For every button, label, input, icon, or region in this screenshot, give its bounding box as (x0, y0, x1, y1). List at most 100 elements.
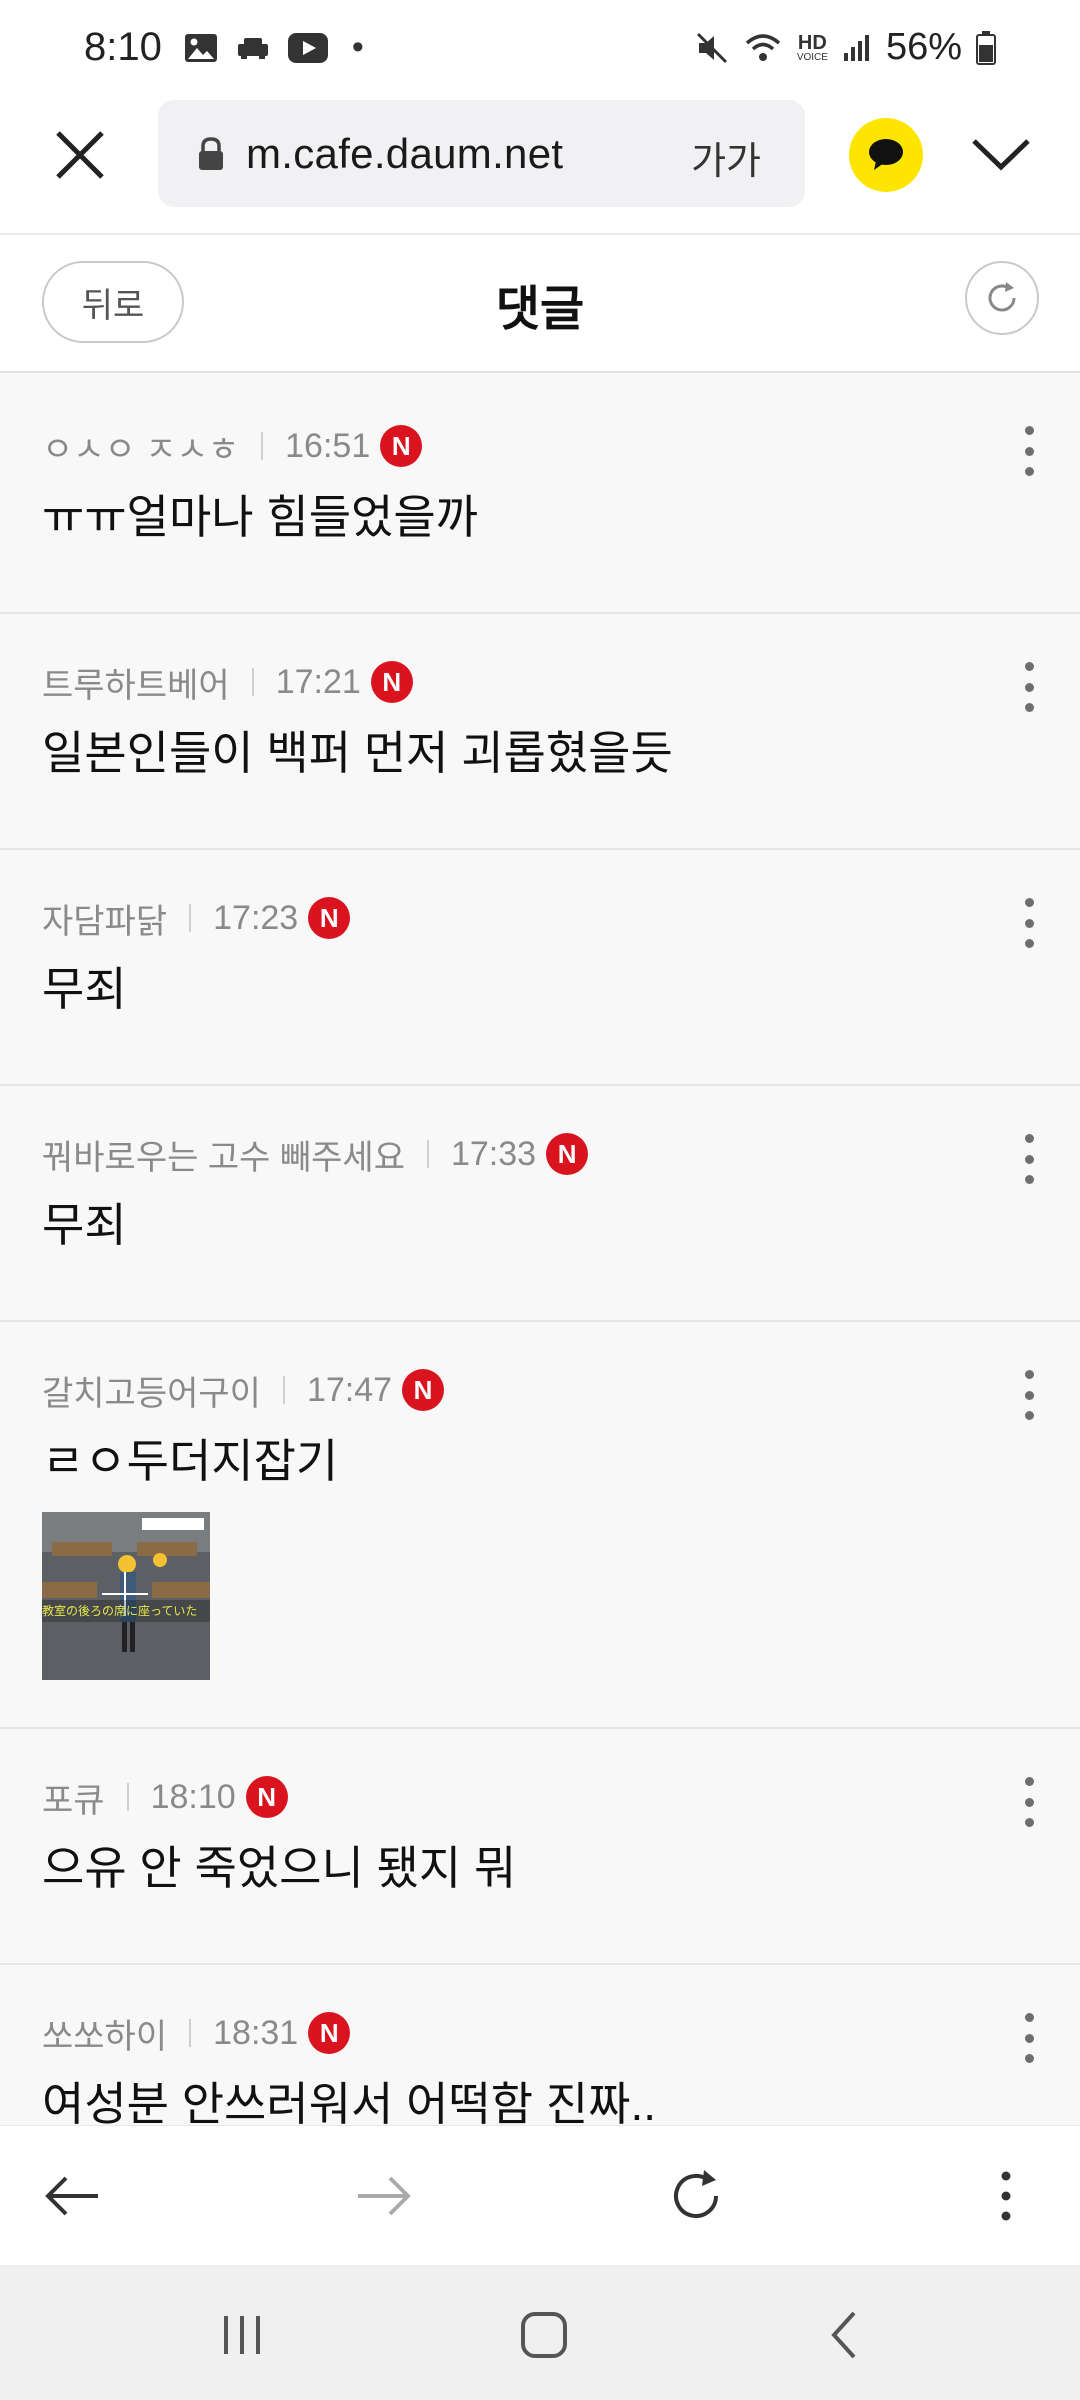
more-dot-icon (1024, 898, 1034, 907)
refresh-comments-button[interactable] (965, 261, 1039, 335)
status-dot: • (351, 28, 364, 66)
comment-more-button[interactable] (1014, 2013, 1044, 2063)
wifi-icon (743, 31, 783, 65)
comment-text: 일본인들이 백퍼 먼저 괴롭혔을듯 (42, 727, 673, 779)
comment-more-button[interactable] (1014, 426, 1044, 476)
recent-apps-button[interactable] (212, 2305, 272, 2365)
comment-item: 쏘쏘하이 18:31 N 여성분 안쓰러워서 어떡함 진짜.. (0, 1965, 1080, 2125)
comment-item: ㅇㅅㅇ ㅈㅅㅎ 16:51 N ㅠㅠ얼마나 힘들었을까 (0, 378, 1080, 614)
divider (126, 1783, 129, 1811)
comment-author[interactable]: 트루하트베어 (42, 658, 230, 707)
arrow-left-icon (45, 2176, 98, 2216)
comment-author[interactable]: ㅇㅅㅇ ㅈㅅㅎ (42, 422, 239, 471)
comment-more-button[interactable] (1014, 1777, 1044, 1827)
comment-time: 17:47 (306, 1370, 393, 1409)
new-badge: N (245, 1776, 288, 1818)
address-bar[interactable]: m.cafe.daum.net 가가 (158, 100, 805, 207)
comment-image-thumbnail[interactable]: 教室の後ろの席に座っていた (42, 1512, 210, 1680)
kakaotalk-button[interactable] (849, 118, 923, 192)
comment-time: 16:51 (285, 426, 371, 465)
comment-item: 트루하트베어 17:21 N 일본인들이 백퍼 먼저 괴롭혔을듯 (0, 614, 1080, 850)
comment-text: 무죄 (42, 963, 127, 1015)
browser-reload-button[interactable] (666, 2166, 726, 2226)
comment-author[interactable]: 쏘쏘하이 (42, 2009, 167, 2058)
browser-more-button[interactable] (976, 2166, 1036, 2226)
comment-meta: 포큐 18:10 N (42, 1773, 1038, 1822)
browser-forward-button[interactable] (354, 2166, 414, 2226)
comment-meta: 갈치고등어구이 17:47 N (42, 1366, 1038, 1415)
more-dot-icon (1024, 662, 1034, 671)
comment-more-button[interactable] (1014, 1370, 1044, 1420)
new-badge: N (308, 897, 351, 939)
battery-percent: 56% (885, 26, 962, 68)
new-badge: N (402, 1369, 445, 1411)
more-dot-icon (1024, 2054, 1034, 2063)
more-dot-icon (1024, 426, 1034, 435)
browser-back-button[interactable] (42, 2166, 102, 2226)
new-badge: N (380, 425, 423, 467)
browser-toolbar: m.cafe.daum.net 가가 (0, 95, 1080, 233)
new-badge: N (308, 2012, 351, 2054)
comment-author[interactable]: 자담파닭 (42, 894, 167, 943)
new-badge: N (546, 1133, 589, 1175)
more-dot-icon (1024, 703, 1034, 712)
voice-label: VOICE (796, 51, 828, 63)
divider (282, 1376, 285, 1404)
text-size-button[interactable]: 가가 (691, 130, 761, 185)
chat-bubble-icon (869, 139, 903, 170)
reload-icon (674, 2170, 718, 2218)
comment-meta: 꿔바로우는 고수 빼주세요 17:33 N (42, 1130, 1038, 1179)
more-dot-icon (1024, 2013, 1034, 2022)
comment-time: 17:23 (213, 898, 299, 937)
comment-more-button[interactable] (1014, 1134, 1044, 1184)
status-left-icons: • (184, 28, 364, 67)
comment-time: 18:10 (150, 1777, 236, 1816)
hd-label: HD (797, 31, 827, 54)
arrow-right-icon (358, 2176, 411, 2216)
status-time: 8:10 (84, 25, 162, 69)
more-dot-icon (1024, 1797, 1034, 1807)
home-button[interactable] (514, 2305, 574, 2365)
home-icon (521, 2312, 567, 2358)
comment-text: ㄹㅇ두더지잡기 (42, 1435, 339, 1487)
comment-item: 꿔바로우는 고수 빼주세요 17:33 N 무죄 (0, 1086, 1080, 1322)
close-tab-button[interactable] (52, 127, 108, 183)
comment-time: 17:21 (275, 662, 361, 701)
comment-meta: ㅇㅅㅇ ㅈㅅㅎ 16:51 N (42, 422, 1038, 471)
new-badge: N (370, 661, 413, 703)
more-dot-icon (1024, 1390, 1034, 1400)
comment-author[interactable]: 꿔바로우는 고수 빼주세요 (42, 1130, 405, 1179)
comment-text: 무죄 (42, 1199, 127, 1251)
more-dot-icon (1024, 1818, 1034, 1827)
divider (189, 2019, 192, 2047)
more-dot-icon (1024, 1411, 1034, 1420)
image-caption: 教室の後ろの席に座っていた (42, 1604, 198, 1618)
comment-more-button[interactable] (1014, 662, 1044, 712)
comment-meta: 쏘쏘하이 18:31 N (42, 2009, 1038, 2058)
comment-author[interactable]: 포큐 (42, 1773, 105, 1822)
battery-icon (976, 30, 996, 65)
comment-item: 자담파닭 17:23 N 무죄 (0, 850, 1080, 1086)
car-icon (236, 36, 270, 60)
page-title: 댓글 (495, 283, 585, 336)
divider (426, 1140, 429, 1168)
more-dot-icon (1024, 2033, 1034, 2043)
chevron-down-icon (972, 139, 1030, 171)
comment-meta: 트루하트베어 17:21 N (42, 658, 1038, 707)
more-dot-icon (1024, 918, 1034, 928)
comment-time: 17:33 (450, 1134, 537, 1173)
tab-menu-button[interactable] (970, 125, 1032, 181)
more-dot-icon (1024, 682, 1034, 692)
status-right: HD VOICE 56% (695, 26, 996, 69)
more-vertical-icon (1001, 2171, 1011, 2221)
more-dot-icon (1024, 1370, 1034, 1379)
more-dot-icon (1024, 1777, 1034, 1786)
recents-icon (224, 2316, 260, 2354)
more-dot-icon (1024, 467, 1034, 476)
comment-more-button[interactable] (1014, 898, 1044, 948)
comment-author[interactable]: 갈치고등어구이 (42, 1366, 261, 1415)
more-dot-icon (1024, 1175, 1034, 1184)
system-back-button[interactable] (816, 2305, 876, 2365)
lock-icon (196, 136, 226, 172)
more-dot-icon (1024, 1154, 1034, 1164)
